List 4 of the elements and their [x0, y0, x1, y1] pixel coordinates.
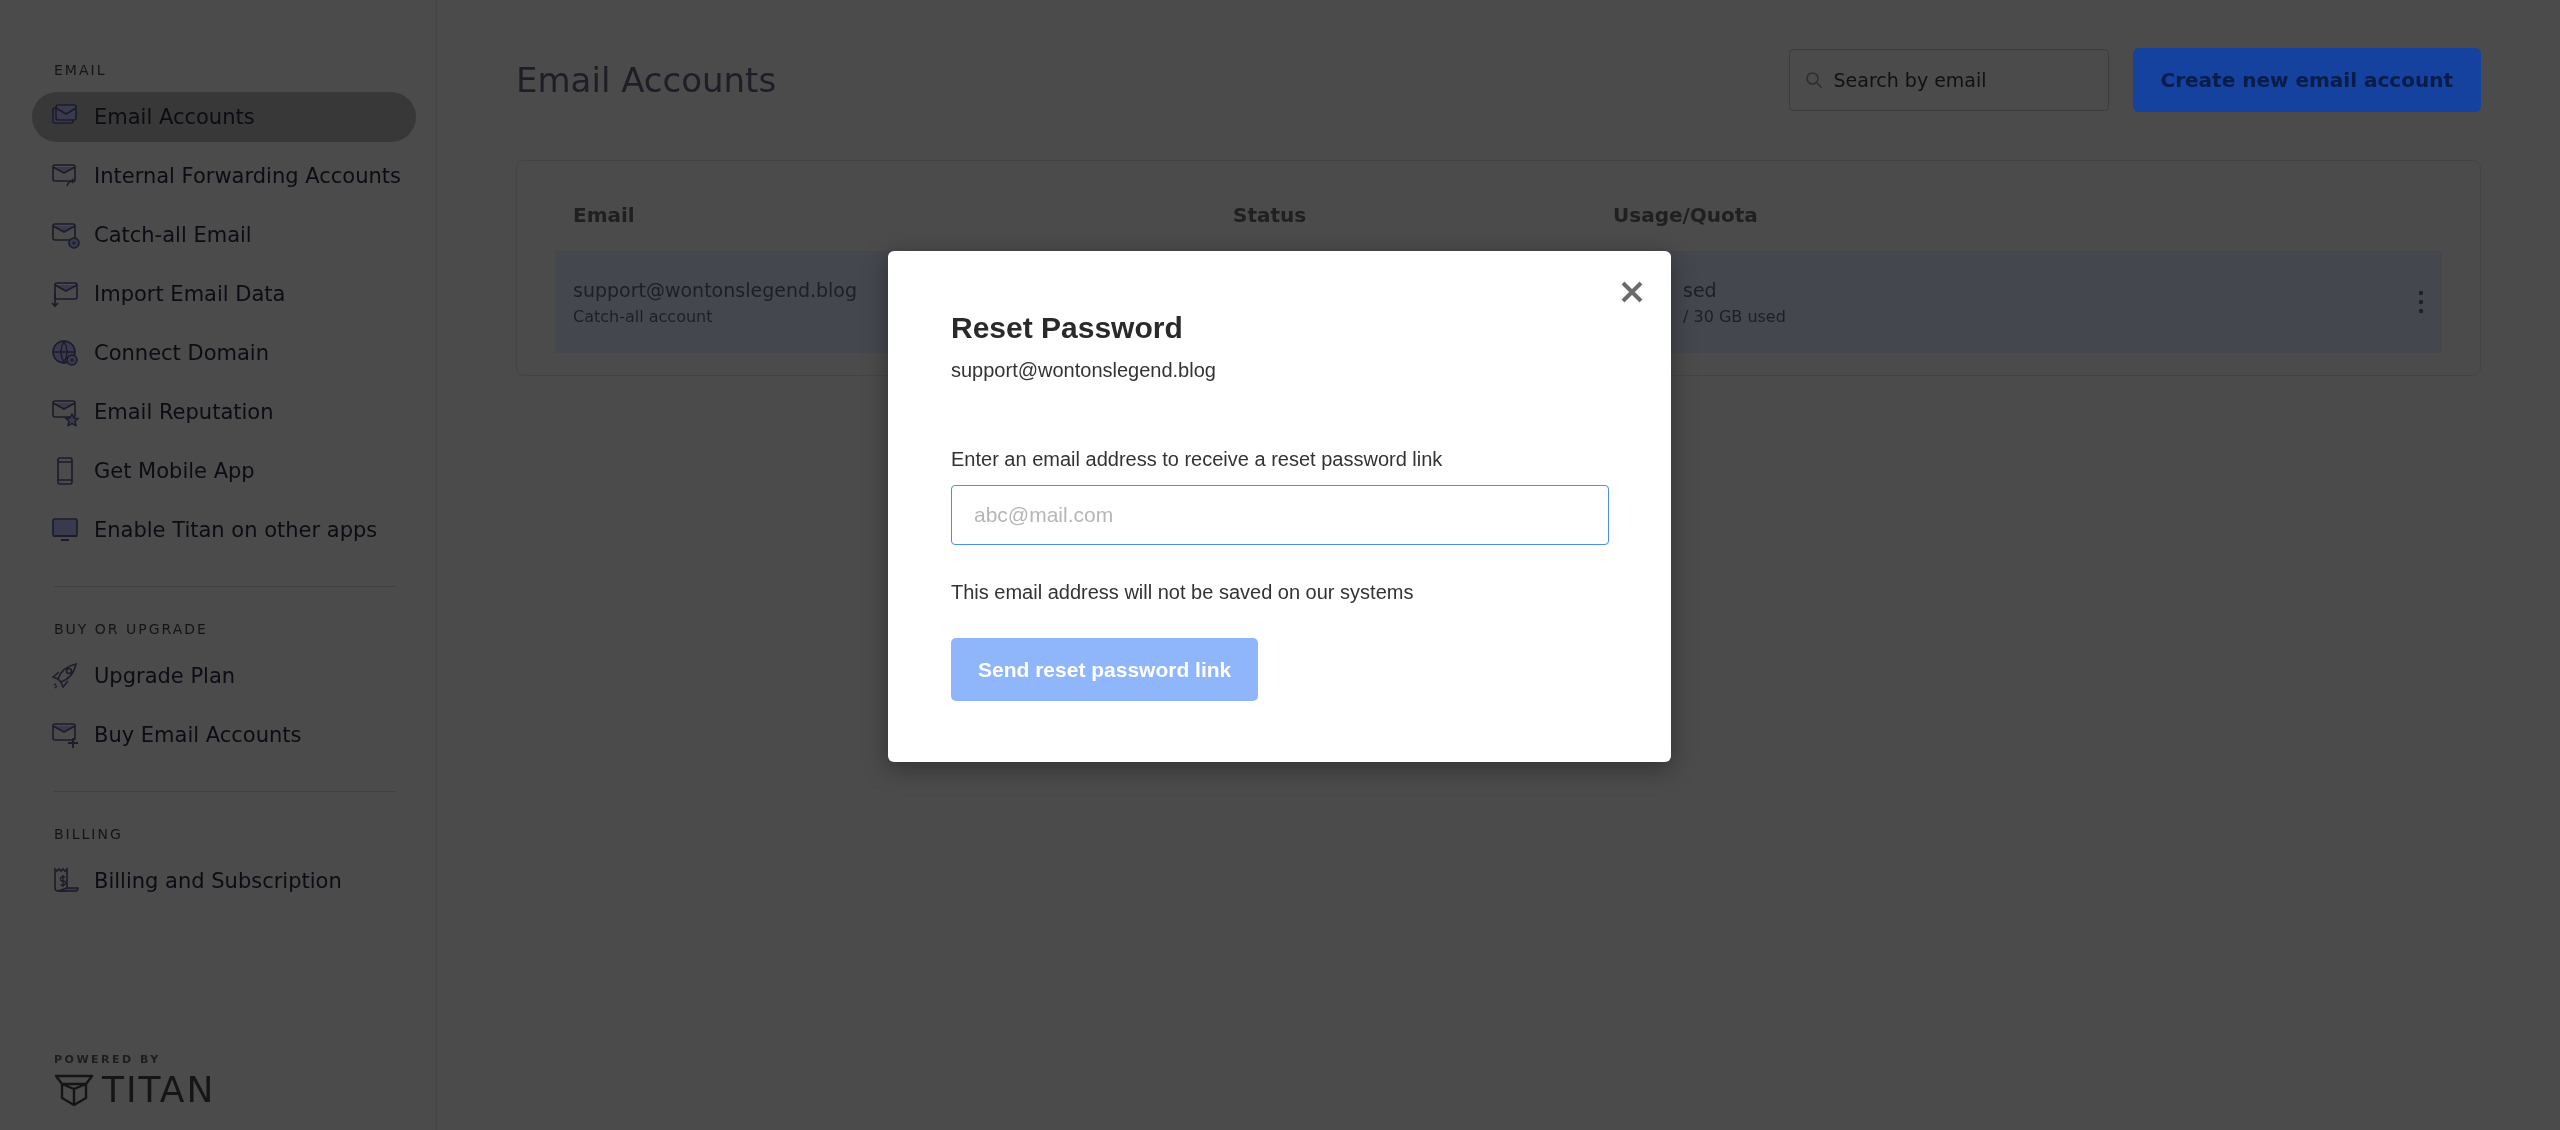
dialog-title: Reset Password — [951, 311, 1184, 345]
account-email: support@wontonslegend.blog — [951, 359, 1217, 382]
hint-text: This email address will not be saved on our systems — [951, 581, 1415, 604]
field-label: Enter an email address to receive a reset password link — [951, 448, 1444, 471]
